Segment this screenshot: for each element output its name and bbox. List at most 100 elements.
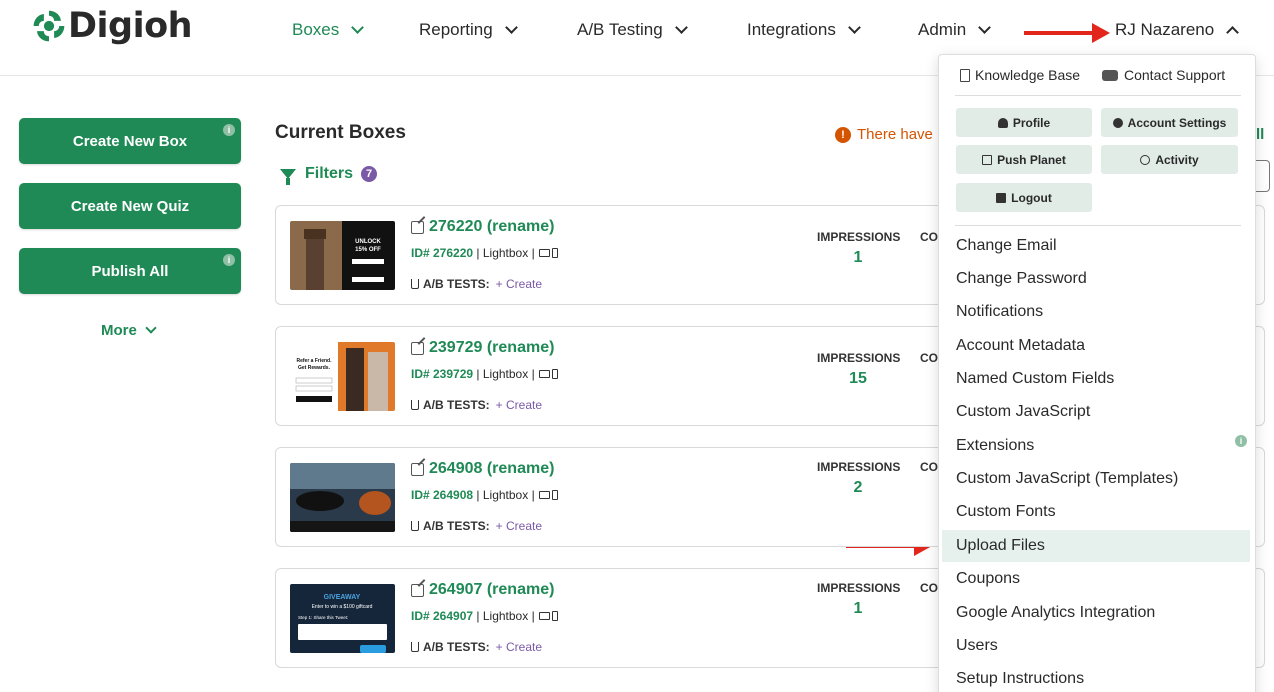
box-name-link[interactable]: 276220 (rename) xyxy=(411,218,554,236)
menu-item-coupons[interactable]: Coupons xyxy=(942,563,1250,595)
menu-item-custom-javascript-templates[interactable]: Custom JavaScript (Templates) xyxy=(942,463,1250,495)
account-settings-button[interactable]: Account Settings xyxy=(1101,108,1238,137)
mobile-icon xyxy=(551,248,558,258)
conversions-label: CO xyxy=(920,230,938,244)
nav-admin-label: Admin xyxy=(918,20,967,39)
document-icon xyxy=(960,68,970,82)
view-all-link-fragment[interactable]: ll xyxy=(1256,126,1264,143)
box-id[interactable]: ID# 264907 xyxy=(411,609,473,623)
impressions-label: IMPRESSIONS xyxy=(817,230,901,244)
warning-icon: ! xyxy=(835,126,851,143)
devices xyxy=(538,248,558,258)
flask-icon xyxy=(411,400,419,410)
nav-boxes[interactable]: Boxes xyxy=(292,20,365,40)
desktop-icon xyxy=(538,249,550,257)
activity-label: Activity xyxy=(1155,152,1199,167)
create-new-quiz-label: Create New Quiz xyxy=(70,197,190,215)
ab-create-link[interactable]: + Create xyxy=(496,277,542,291)
knowledge-base-link[interactable]: Knowledge Base xyxy=(960,67,1080,83)
nav-admin[interactable]: Admin xyxy=(918,20,992,40)
thumb-giveaway-sub-text: Enter to win a $100 giftcard xyxy=(312,604,373,610)
mobile-icon xyxy=(551,490,558,500)
conversions-label: CO xyxy=(920,460,938,474)
publish-all-button[interactable]: Publish All i xyxy=(19,248,241,294)
box-thumbnail[interactable]: GIVEAWAY Enter to win a $100 giftcard St… xyxy=(290,584,395,653)
chat-icon xyxy=(1102,69,1118,81)
menu-item-notifications[interactable]: Notifications xyxy=(942,296,1250,328)
more-toggle[interactable]: More xyxy=(101,322,157,339)
info-icon[interactable]: i xyxy=(223,124,235,136)
thumbnail-image: GIVEAWAY Enter to win a $100 giftcard St… xyxy=(290,584,395,653)
menu-item-upload-files[interactable]: Upload Files xyxy=(942,530,1250,562)
create-new-box-button[interactable]: Create New Box i xyxy=(19,118,241,164)
impressions-label: IMPRESSIONS xyxy=(817,351,901,365)
menu-item-named-custom-fields[interactable]: Named Custom Fields xyxy=(942,363,1250,395)
filter-icon xyxy=(280,169,296,185)
filters-label: Filters xyxy=(305,165,354,182)
chevron-down-icon xyxy=(847,21,861,34)
box-name-link[interactable]: 264908 (rename) xyxy=(411,460,554,478)
user-menu-toggle[interactable]: RJ Nazareno xyxy=(1115,20,1240,40)
profile-button[interactable]: Profile xyxy=(956,108,1092,137)
thumb-off-text: 15% OFF xyxy=(355,247,381,253)
menu-item-custom-fonts[interactable]: Custom Fonts xyxy=(942,496,1250,528)
logout-icon xyxy=(996,192,1007,203)
box-name-link[interactable]: 264907 (rename) xyxy=(411,581,554,599)
box-thumbnail[interactable]: UNLOCK 15% OFF xyxy=(290,221,395,290)
filters-toggle[interactable]: Filters 7 xyxy=(280,165,378,185)
box-id[interactable]: ID# 276220 xyxy=(411,246,473,260)
box-type: Lightbox xyxy=(482,246,529,260)
desktop-icon xyxy=(538,612,550,620)
flask-icon xyxy=(411,279,419,289)
menu-item-change-password[interactable]: Change Password xyxy=(942,263,1250,295)
conversions-label: CO xyxy=(920,351,938,365)
push-planet-button[interactable]: Push Planet xyxy=(956,145,1092,174)
box-name: 239729 (rename) xyxy=(429,339,555,356)
menu-item-custom-javascript[interactable]: Custom JavaScript xyxy=(942,396,1250,428)
nav-ab-testing-label: A/B Testing xyxy=(577,20,663,39)
menu-item-users[interactable]: Users xyxy=(942,630,1250,662)
menu-item-account-metadata[interactable]: Account Metadata xyxy=(942,330,1250,362)
push-planet-label: Push Planet xyxy=(997,152,1066,167)
info-icon[interactable]: i xyxy=(223,254,235,266)
gear-icon xyxy=(1112,117,1123,128)
digioh-logo[interactable]: Digioh xyxy=(32,6,193,46)
ab-create-link[interactable]: + Create xyxy=(496,398,542,412)
ab-create-link[interactable]: + Create xyxy=(496,519,542,533)
menu-item-change-email[interactable]: Change Email xyxy=(942,230,1250,262)
info-icon[interactable]: i xyxy=(1235,435,1247,447)
box-name-link[interactable]: 239729 (rename) xyxy=(411,339,554,357)
thumb-giveaway-step-text: Step 1: Share this Tweet: xyxy=(298,615,348,620)
activity-button[interactable]: Activity xyxy=(1101,145,1238,174)
menu-item-extensions[interactable]: Extensions xyxy=(942,430,1250,462)
nav-reporting[interactable]: Reporting xyxy=(419,20,518,40)
nav-ab-testing[interactable]: A/B Testing xyxy=(577,20,688,40)
menu-item-google-analytics-integration[interactable]: Google Analytics Integration xyxy=(942,597,1250,629)
box-id[interactable]: ID# 239729 xyxy=(411,367,473,381)
box-name: 264908 (rename) xyxy=(429,460,555,477)
create-new-quiz-button[interactable]: Create New Quiz xyxy=(19,183,241,229)
annotation-arrow-user-menu xyxy=(1024,23,1110,43)
thumbnail-image: Refer a Friend. Get Rewards. xyxy=(290,342,395,411)
alert-message[interactable]: ! There have b xyxy=(835,126,945,143)
ab-tests-line: A/B TESTS: + Create xyxy=(411,519,542,533)
box-thumbnail[interactable]: Refer a Friend. Get Rewards. xyxy=(290,342,395,411)
box-thumbnail[interactable] xyxy=(290,463,395,532)
external-link-icon xyxy=(982,154,993,165)
nav-integrations-label: Integrations xyxy=(747,20,836,39)
thumb-unlock-text: UNLOCK xyxy=(355,239,381,245)
impressions-value: 2 xyxy=(853,479,863,496)
impressions-label: IMPRESSIONS xyxy=(817,460,901,474)
menu-item-setup-instructions[interactable]: Setup Instructions xyxy=(942,663,1250,692)
nav-integrations[interactable]: Integrations xyxy=(747,20,861,40)
box-id[interactable]: ID# 264908 xyxy=(411,488,473,502)
filters-count-badge: 7 xyxy=(361,166,378,182)
logout-button[interactable]: Logout xyxy=(956,183,1092,212)
nav-boxes-label: Boxes xyxy=(292,20,340,39)
ab-create-link[interactable]: + Create xyxy=(496,640,542,654)
flask-icon xyxy=(411,642,419,652)
contact-support-link[interactable]: Contact Support xyxy=(1102,67,1225,83)
account-settings-label: Account Settings xyxy=(1127,115,1227,130)
profile-label: Profile xyxy=(1012,115,1051,130)
thumbnail-image: UNLOCK 15% OFF xyxy=(290,221,395,290)
